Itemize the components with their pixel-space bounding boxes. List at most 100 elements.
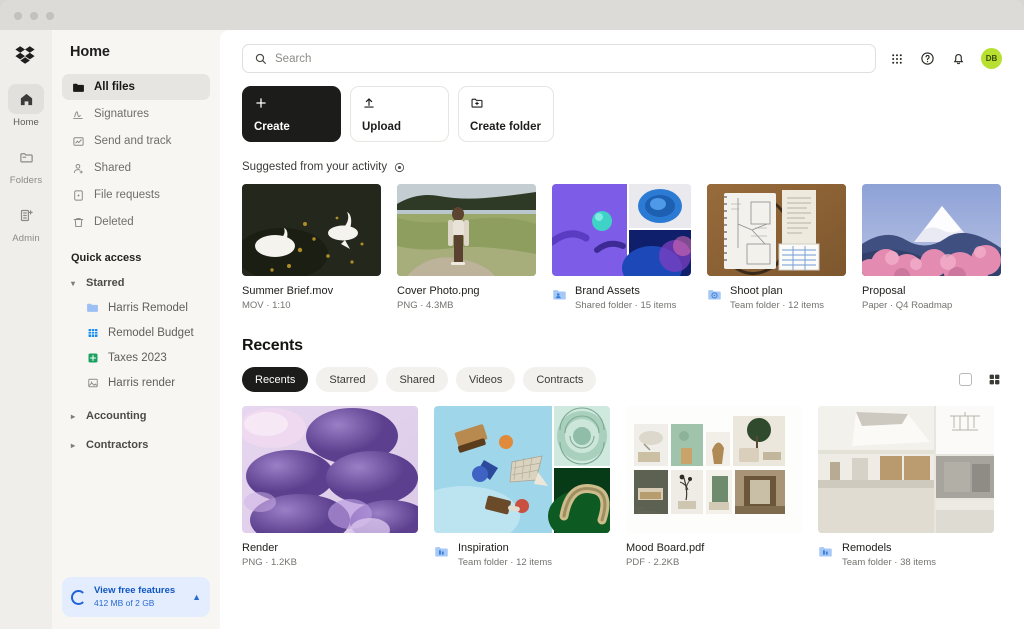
sidebar-item-all-files[interactable]: All files <box>62 74 210 100</box>
info-target-icon[interactable] <box>394 162 405 173</box>
sidebar-group-label-contractors: Contractors <box>86 439 148 451</box>
sidebar-item-signatures[interactable]: Signatures <box>62 101 210 127</box>
suggested-card-name: Brand Assets <box>575 284 676 299</box>
action-buttons: Create Upload <box>242 86 1002 142</box>
search-bar[interactable] <box>242 44 876 73</box>
suggested-card-sub: Shared folder · 15 items <box>575 299 676 313</box>
chip-videos[interactable]: Videos <box>456 367 515 392</box>
team-folder-icon <box>818 544 834 560</box>
sidebar-label-deleted: Deleted <box>94 216 134 228</box>
upload-button[interactable]: Upload <box>350 86 449 142</box>
rail-item-admin[interactable]: Admin <box>3 200 49 244</box>
starred-item-harris-remodel[interactable]: Harris Remodel <box>62 295 210 320</box>
thumbnail-swans-dark-pond[interactable] <box>242 184 381 276</box>
chevron-right-icon: ▸ <box>71 441 79 450</box>
thumbnail-woman-in-field[interactable] <box>397 184 536 276</box>
thumbnail-purple-pebbles-render[interactable] <box>242 406 418 533</box>
rail-label-folders: Folders <box>10 175 42 186</box>
thumbnail-mountain-cherry-blossom[interactable] <box>862 184 1001 276</box>
recent-card[interactable]: Render PNG · 1.2KB <box>242 406 418 570</box>
suggested-card-meta: Brand Assets Shared folder · 15 items <box>552 284 691 313</box>
recent-card-meta: Mood Board.pdf PDF · 2.2KB <box>626 541 802 570</box>
suggested-card-name: Shoot plan <box>730 284 824 299</box>
suggested-card[interactable]: Summer Brief.mov MOV · 1:10 <box>242 184 381 313</box>
app-grid-icon[interactable] <box>888 50 905 67</box>
sidebar-item-file-requests[interactable]: File requests <box>62 182 210 208</box>
recent-card[interactable]: Remodels Team folder · 38 items <box>818 406 994 570</box>
thumbnail-white-interior-room[interactable] <box>818 406 994 533</box>
suggested-card-name: Summer Brief.mov <box>242 284 333 299</box>
view-free-features-banner[interactable]: View free features 412 MB of 2 GB ▲ <box>62 577 210 617</box>
window-close-button[interactable] <box>14 12 22 20</box>
thumbnail-blue-objects-collage[interactable] <box>434 406 610 533</box>
suggested-card-meta: Cover Photo.png PNG · 4.3MB <box>397 284 536 313</box>
thumbnail-interior-moodboard-grid[interactable]: BCDMOODBOARD <box>626 406 802 533</box>
sidebar-group-contractors[interactable]: ▸ Contractors <box>62 433 210 457</box>
send-track-icon <box>71 134 85 148</box>
sidebar-group-label-accounting: Accounting <box>86 410 147 422</box>
dropbox-logo[interactable] <box>11 40 41 70</box>
chevron-right-icon: ▸ <box>71 412 79 421</box>
create-button[interactable]: Create <box>242 86 341 142</box>
suggested-card[interactable]: Cover Photo.png PNG · 4.3MB <box>397 184 536 313</box>
starred-label: Harris render <box>108 377 175 389</box>
folder-filled-icon <box>71 80 85 94</box>
starred-item-taxes-2023[interactable]: Taxes 2023 <box>62 345 210 370</box>
suggested-row: Summer Brief.mov MOV · 1:10 <box>242 184 1002 313</box>
rail-item-folders[interactable]: Folders <box>3 142 49 186</box>
suggested-card[interactable]: Brand Assets Shared folder · 15 items <box>552 184 691 313</box>
shared-person-icon <box>71 161 85 175</box>
recent-card-name: Mood Board.pdf <box>626 541 704 556</box>
recent-card-meta: Render PNG · 1.2KB <box>242 541 418 570</box>
create-folder-button[interactable]: Create folder <box>458 86 554 142</box>
search-input[interactable] <box>275 53 864 65</box>
starred-label: Remodel Budget <box>108 327 194 339</box>
top-icons: DB <box>888 48 1002 69</box>
starred-item-remodel-budget[interactable]: Remodel Budget <box>62 320 210 345</box>
rail-item-home[interactable]: Home <box>3 84 49 128</box>
rail-label-home: Home <box>13 117 39 128</box>
admin-building-icon <box>8 200 44 230</box>
starred-item-harris-render[interactable]: Harris render <box>62 370 210 395</box>
recent-card[interactable]: Inspiration Team folder · 12 items <box>434 406 610 570</box>
chip-shared[interactable]: Shared <box>386 367 447 392</box>
recent-card[interactable]: BCDMOODBOARD Mood Board.pdf PDF · 2.2KB <box>626 406 802 570</box>
sidebar-item-shared[interactable]: Shared <box>62 155 210 181</box>
upload-icon <box>362 95 437 110</box>
suggested-card-name: Proposal <box>862 284 952 299</box>
recents-filter-row: Recents Starred Shared Videos Contracts <box>242 367 1002 392</box>
recent-card-sub: PNG · 1.2KB <box>242 556 297 570</box>
chevron-up-icon[interactable]: ▲ <box>192 592 201 602</box>
chip-contracts[interactable]: Contracts <box>523 367 596 392</box>
image-file-icon <box>86 376 99 389</box>
upsell-text: View free features 412 MB of 2 GB <box>94 585 184 609</box>
bell-icon[interactable] <box>950 50 967 67</box>
plus-icon <box>254 95 329 110</box>
app-window: Home Folders <box>0 0 1024 629</box>
rail-label-admin: Admin <box>12 233 39 244</box>
sidebar-group-accounting[interactable]: ▸ Accounting <box>62 404 210 428</box>
main-content: DB Create Upload <box>220 30 1024 629</box>
upload-button-label: Upload <box>362 121 437 133</box>
help-circle-icon[interactable] <box>919 50 936 67</box>
chip-recents[interactable]: Recents <box>242 367 308 392</box>
thumbnail-notebook-sketch-desk[interactable] <box>707 184 846 276</box>
sidebar-item-send-and-track[interactable]: Send and track <box>62 128 210 154</box>
window-maximize-button[interactable] <box>46 12 54 20</box>
starred-label: Harris Remodel <box>108 302 188 314</box>
trash-icon <box>71 215 85 229</box>
team-folder-icon <box>434 544 450 560</box>
sidebar-item-deleted[interactable]: Deleted <box>62 209 210 235</box>
chip-starred[interactable]: Starred <box>316 367 378 392</box>
thumbnail-purple-abstract-collage[interactable] <box>552 184 691 276</box>
left-rail: Home Folders <box>0 30 52 629</box>
sidebar-group-starred[interactable]: ▾ Starred <box>62 271 210 295</box>
list-view-toggle[interactable] <box>957 372 973 388</box>
grid-view-toggle[interactable] <box>986 372 1002 388</box>
file-request-icon <box>71 188 85 202</box>
avatar[interactable]: DB <box>981 48 1002 69</box>
window-minimize-button[interactable] <box>30 12 38 20</box>
suggested-card[interactable]: Proposal Paper · Q4 Roadmap <box>862 184 1001 313</box>
suggested-card[interactable]: Shoot plan Team folder · 12 items <box>707 184 846 313</box>
recent-card-name: Inspiration <box>458 541 552 556</box>
